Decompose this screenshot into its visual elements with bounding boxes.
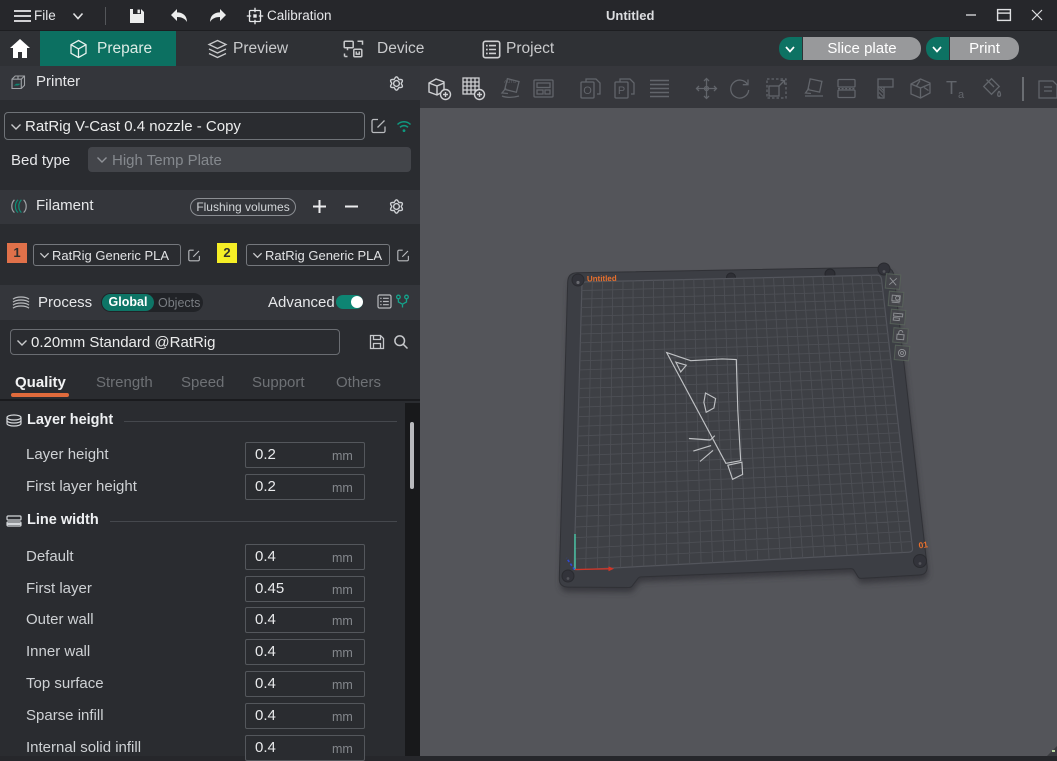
svg-text:O: O — [583, 85, 592, 97]
svg-text:AUTO: AUTO — [504, 79, 517, 84]
svg-text:P: P — [618, 85, 625, 97]
svg-text:01: 01 — [918, 539, 929, 550]
svg-text:Untitled: Untitled — [587, 274, 617, 284]
svg-text:a: a — [958, 89, 965, 101]
svg-text:T: T — [946, 78, 957, 98]
